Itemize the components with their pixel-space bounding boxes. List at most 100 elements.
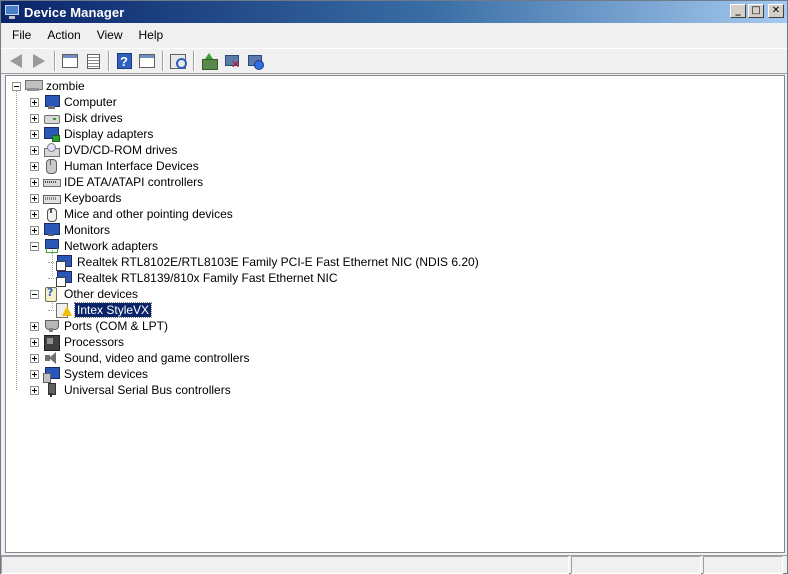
window-title: Device Manager (24, 4, 125, 20)
menu-action[interactable]: Action (40, 26, 87, 44)
expand-toggle[interactable] (30, 209, 39, 219)
back-button[interactable] (5, 50, 27, 72)
expand-toggle[interactable] (30, 97, 39, 107)
other-devices-icon (43, 286, 59, 302)
dvd-drive-icon (43, 143, 60, 157)
collapse-toggle[interactable] (30, 241, 39, 251)
update-driver-button[interactable] (198, 50, 220, 72)
tree-connector (48, 277, 54, 279)
tree-item-intex-stylevx[interactable]: ! Intex StyleVX (6, 302, 784, 318)
tree-item-ide-controllers[interactable]: IDE ATA/ATAPI controllers (6, 174, 784, 190)
scan-hardware-button[interactable] (167, 50, 189, 72)
show-hide-console-tree-button[interactable] (59, 50, 81, 72)
usb-icon (43, 383, 59, 397)
system-device-icon (43, 367, 60, 383)
show-hide-action-pane-button[interactable] (136, 50, 158, 72)
properties-button[interactable] (82, 50, 104, 72)
device-tree-panel[interactable]: zombie Computer Disk drives Display adap… (5, 75, 785, 553)
status-bar (1, 555, 787, 574)
keyboard-icon (43, 191, 61, 205)
tree-item-processors[interactable]: Processors (6, 334, 784, 351)
tree-item-label: Computer (64, 95, 117, 109)
status-pane-secondary (571, 556, 701, 574)
tree-root[interactable]: zombie (6, 78, 784, 94)
help-button[interactable]: ? (113, 50, 135, 72)
close-button[interactable]: ✕ (768, 4, 784, 18)
network-adapter-icon (43, 239, 59, 253)
tree-item-label: DVD/CD-ROM drives (64, 143, 178, 157)
mouse-icon (43, 207, 59, 222)
expand-toggle[interactable] (30, 385, 39, 395)
status-pane-main (1, 556, 569, 574)
menu-help[interactable]: Help (132, 26, 171, 44)
tree-item-usb-controllers[interactable]: Universal Serial Bus controllers (6, 382, 784, 398)
expand-toggle[interactable] (30, 129, 39, 139)
expand-toggle[interactable] (30, 337, 39, 347)
display-adapter-icon (43, 127, 60, 142)
disable-button[interactable] (221, 50, 243, 72)
expand-toggle[interactable] (30, 353, 39, 363)
tree-item-keyboards[interactable]: Keyboards (6, 190, 784, 206)
device-tree: zombie Computer Disk drives Display adap… (6, 76, 784, 398)
menu-file[interactable]: File (5, 26, 38, 44)
computer-icon (43, 95, 60, 109)
expand-toggle[interactable] (30, 113, 39, 123)
tree-item-label-selected: Intex StyleVX (73, 302, 153, 318)
expand-toggle[interactable] (30, 161, 39, 171)
tree-item-realtek-rtl8139[interactable]: Realtek RTL8139/810x Family Fast Etherne… (6, 270, 784, 287)
tree-item-label: Realtek RTL8139/810x Family Fast Etherne… (77, 271, 338, 285)
show-hide-action-pane-icon (139, 54, 155, 68)
toolbar-separator (193, 51, 195, 71)
expand-toggle[interactable] (30, 225, 39, 235)
processor-icon (43, 335, 60, 351)
tree-item-realtek-rtl8102e[interactable]: Realtek RTL8102E/RTL8103E Family PCI-E F… (6, 254, 784, 271)
tree-item-monitors[interactable]: Monitors (6, 222, 784, 238)
tree-item-other-devices[interactable]: Other devices (6, 286, 784, 302)
expand-toggle[interactable] (30, 193, 39, 203)
tree-item-label: Sound, video and game controllers (64, 351, 250, 365)
expand-toggle[interactable] (30, 177, 39, 187)
minimize-button[interactable]: _ (730, 4, 746, 18)
port-icon (43, 319, 59, 333)
speaker-icon (43, 351, 59, 365)
expand-toggle[interactable] (30, 145, 39, 155)
collapse-toggle[interactable] (30, 289, 39, 299)
tree-item-dvd-cd-rom-drives[interactable]: DVD/CD-ROM drives (6, 142, 784, 158)
uninstall-button[interactable] (244, 50, 266, 72)
monitor-icon (43, 223, 60, 237)
uninstall-icon (247, 53, 264, 70)
toolbar-separator (54, 51, 56, 71)
caption-buttons: _ □ ✕ (730, 4, 784, 18)
menu-bar: File Action View Help (1, 23, 787, 47)
menu-view[interactable]: View (90, 26, 130, 44)
tree-item-computer[interactable]: Computer (6, 94, 784, 110)
tree-item-ports[interactable]: Ports (COM & LPT) (6, 318, 784, 334)
forward-button[interactable] (28, 50, 50, 72)
network-card-icon (56, 271, 72, 287)
title-bar[interactable]: Device Manager _ □ ✕ (1, 1, 787, 23)
maximize-button[interactable]: □ (748, 4, 764, 18)
device-manager-window: Device Manager _ □ ✕ File Action View He… (0, 0, 788, 574)
tree-item-label: Disk drives (64, 111, 123, 125)
hid-icon (43, 159, 59, 174)
disable-icon (224, 53, 240, 71)
tree-item-label: Keyboards (64, 191, 122, 205)
tree-item-mice[interactable]: Mice and other pointing devices (6, 206, 784, 222)
tree-item-label: IDE ATA/ATAPI controllers (64, 175, 204, 189)
tree-item-display-adapters[interactable]: Display adapters (6, 126, 784, 142)
tree-item-label: Realtek RTL8102E/RTL8103E Family PCI-E F… (77, 255, 479, 269)
tree-item-human-interface-devices[interactable]: Human Interface Devices (6, 158, 784, 174)
tree-item-disk-drives[interactable]: Disk drives (6, 110, 784, 126)
tree-item-label: Monitors (64, 223, 111, 237)
tree-item-network-adapters[interactable]: Network adapters (6, 238, 784, 254)
tree-item-label: Network adapters (64, 239, 159, 253)
ide-controller-icon (43, 175, 61, 189)
update-driver-icon (201, 53, 218, 70)
expand-toggle[interactable] (30, 369, 39, 379)
expand-toggle[interactable] (30, 321, 39, 331)
tree-item-system-devices[interactable]: System devices (6, 366, 784, 383)
tree-item-label: Universal Serial Bus controllers (64, 383, 231, 397)
status-pane-tertiary (703, 556, 783, 574)
collapse-toggle[interactable] (12, 81, 21, 91)
tree-item-sound-video-game[interactable]: Sound, video and game controllers (6, 350, 784, 366)
